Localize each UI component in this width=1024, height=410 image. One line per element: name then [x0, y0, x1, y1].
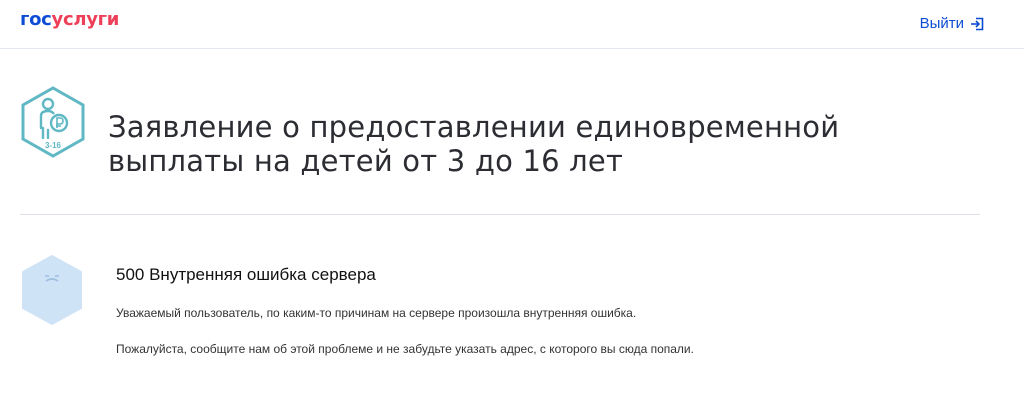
- page-title-line1: Заявление о предоставлении единовременно…: [108, 110, 840, 144]
- logout-icon: [971, 17, 984, 30]
- logout-label: Выйти: [919, 15, 964, 32]
- error-message-1: Уважаемый пользователь, по каким-то прич…: [116, 306, 637, 320]
- error-message-2: Пожалуйста, сообщите нам об этой проблем…: [116, 342, 694, 356]
- logo-part-uslugi: услуги: [51, 9, 120, 30]
- child-with-ruble-icon: 3-16: [19, 86, 87, 163]
- logout-button[interactable]: Выйти: [920, 15, 984, 32]
- logo-part-gos: гос: [20, 9, 52, 30]
- sad-face-hexagon-icon: [19, 254, 85, 331]
- service-icon-label: 3-16: [45, 141, 62, 150]
- section-divider: [20, 214, 980, 215]
- page-title-line2: выплаты на детей от 3 до 16 лет: [108, 144, 624, 178]
- gosuslugi-logo[interactable]: госуслуги: [20, 9, 119, 30]
- error-title: 500 Внутренняя ошибка сервера: [116, 265, 376, 284]
- page-title: Заявление о предоставлении единовременно…: [108, 110, 888, 178]
- top-header: госуслуги Выйти: [0, 0, 1024, 49]
